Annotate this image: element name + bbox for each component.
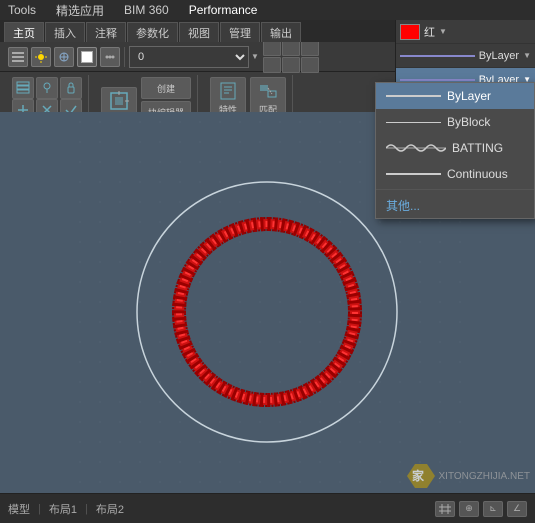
color-label: 红	[424, 24, 435, 40]
dropdown-batting[interactable]: BATTING	[376, 135, 534, 161]
color-swatch[interactable]	[400, 24, 420, 40]
layer-chevron: ▼	[251, 53, 259, 61]
color-row: 红 ▼	[396, 20, 535, 44]
continuous-line-preview	[386, 173, 441, 175]
dropdown-continuous[interactable]: Continuous	[376, 161, 534, 187]
menu-bim360[interactable]: BIM 360	[120, 3, 173, 17]
sun-icon-btn[interactable]	[31, 47, 51, 67]
color-block-btn[interactable]	[77, 47, 97, 67]
watermark-site-text: XITONGZHIJIA.NET	[439, 471, 531, 482]
si-4[interactable]	[263, 57, 281, 73]
dropdown-other[interactable]: 其他...	[376, 192, 534, 218]
tab-home[interactable]: 主页	[4, 22, 44, 42]
tab-view[interactable]: 视图	[179, 22, 219, 42]
byblock-line-preview	[386, 122, 441, 123]
polar-status-btn[interactable]: ∠	[507, 501, 527, 517]
small-icons-group	[263, 40, 319, 73]
layer-freeze-icon[interactable]	[36, 77, 58, 99]
si-6[interactable]	[301, 57, 319, 73]
tab-parametric[interactable]: 参数化	[127, 22, 178, 42]
status-bar: 模型 | 布局1 | 布局2 ⊕ ⊾ ∠	[0, 493, 535, 523]
bylayer-row1: ByLayer ▼	[396, 44, 535, 68]
dropdown-byblock[interactable]: ByBlock	[376, 109, 534, 135]
layer-icon-group	[4, 47, 125, 67]
bylayer-line1	[400, 55, 475, 57]
status-sep1: |	[38, 503, 41, 515]
menu-bar: Tools 精选应用 BIM 360 Performance	[0, 0, 535, 20]
svg-text:家: 家	[412, 468, 425, 483]
layer-icons-row1	[12, 77, 82, 99]
dropdown-bylayer[interactable]: ByLayer	[376, 83, 534, 109]
snap-status-btn[interactable]: ⊕	[459, 501, 479, 517]
status-layout1[interactable]: 布局1	[49, 501, 77, 517]
byblock-option-label: ByBlock	[447, 115, 490, 129]
si-5[interactable]	[282, 57, 300, 73]
layer-toggle-btn[interactable]	[8, 47, 28, 67]
ortho-status-btn[interactable]: ⊾	[483, 501, 503, 517]
status-right-icons: ⊕ ⊾ ∠	[435, 501, 527, 517]
layer-select-area: 0 ▼	[129, 46, 259, 68]
watermark: 家 XITONGZHIJIA.NET	[407, 464, 531, 488]
layer-dropdown[interactable]: 0	[129, 46, 249, 68]
status-model[interactable]: 模型	[8, 501, 30, 517]
grid-status-btn[interactable]	[435, 501, 455, 517]
si-2[interactable]	[282, 40, 300, 56]
si-3[interactable]	[301, 40, 319, 56]
more-layer-btn[interactable]	[100, 47, 120, 67]
continuous-option-label: Continuous	[447, 167, 508, 181]
bylayer-chevron1[interactable]: ▼	[523, 52, 531, 60]
dropdown-divider	[376, 189, 534, 190]
batting-preview	[386, 142, 446, 154]
menu-tools[interactable]: Tools	[4, 3, 40, 17]
tab-annotate[interactable]: 注释	[86, 22, 126, 42]
watermark-icon-svg: 家	[407, 464, 435, 488]
bylayer-label1: ByLayer	[479, 50, 519, 62]
tab-manage[interactable]: 管理	[220, 22, 260, 42]
color-chevron[interactable]: ▼	[439, 28, 447, 36]
tab-insert[interactable]: 插入	[45, 22, 85, 42]
batting-svg	[386, 142, 446, 154]
bylayer-option-label: ByLayer	[447, 89, 491, 103]
freeze-icon-btn[interactable]	[54, 47, 74, 67]
create-block-btn[interactable]: 创建	[141, 77, 191, 99]
bylayer-line2	[400, 79, 475, 81]
tab-output[interactable]: 输出	[261, 22, 301, 42]
batting-option-label: BATTING	[452, 141, 503, 155]
menu-featured[interactable]: 精选应用	[52, 2, 108, 19]
layer-lock-icon[interactable]	[60, 77, 82, 99]
si-1[interactable]	[263, 40, 281, 56]
bylayer-line-preview	[386, 95, 441, 97]
status-sep2: |	[85, 503, 88, 515]
watermark-logo: 家 XITONGZHIJIA.NET	[407, 464, 531, 488]
layer-prop-icon[interactable]	[12, 77, 34, 99]
menu-performance[interactable]: Performance	[185, 3, 262, 17]
status-layout2[interactable]: 布局2	[96, 501, 124, 517]
linetype-dropdown: ByLayer ByBlock BATTING Continuous 其他...	[375, 82, 535, 219]
